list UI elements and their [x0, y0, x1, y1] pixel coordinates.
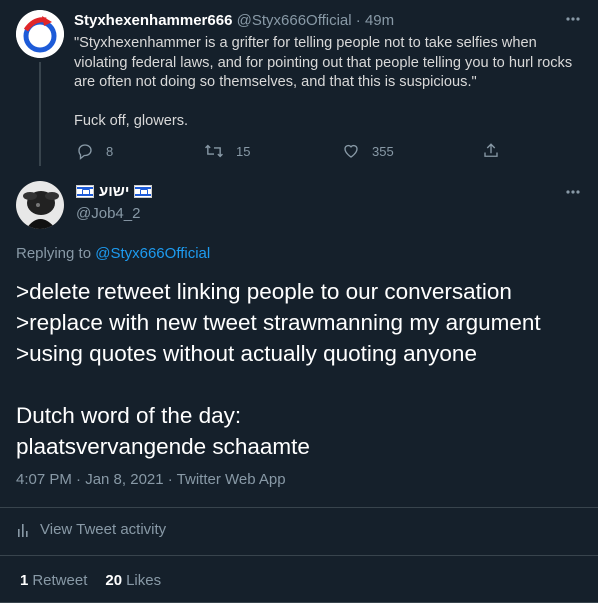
like-count: 355	[372, 143, 394, 159]
likes-stat[interactable]: 20 Likes	[105, 572, 161, 589]
retweet-count: 15	[236, 143, 251, 159]
reply-button[interactable]: 8	[76, 142, 113, 160]
like-button[interactable]: 355	[342, 142, 394, 160]
retweet-button[interactable]: 15	[204, 142, 250, 160]
parent-tweet-text: "Styxhexenhammer is a grifter for tellin…	[74, 35, 573, 129]
main-author-name[interactable]: ישוע	[76, 183, 153, 200]
activity-label: View Tweet activity	[40, 521, 167, 538]
parent-age[interactable]: · 49m	[356, 12, 394, 29]
share-button[interactable]	[482, 142, 500, 160]
parent-avatar[interactable]	[16, 10, 64, 58]
replying-to-label: Replying to	[16, 245, 92, 262]
main-more-button[interactable]	[564, 183, 582, 201]
israel-flag-icon	[76, 185, 94, 198]
replying-to: Replying to @Styx666Official	[16, 245, 210, 262]
more-icon	[566, 190, 580, 194]
parent-action-bar: 8 15 355	[74, 142, 504, 162]
engagement-counts: 1 Retweet 20 Likes	[20, 572, 161, 589]
main-tweet-text: >delete retweet linking people to our co…	[16, 279, 541, 459]
retweets-label: Retweet	[32, 572, 88, 589]
parent-author-handle[interactable]: @Styx666Official	[237, 12, 352, 29]
more-icon	[566, 17, 580, 21]
parent-more-button[interactable]	[564, 10, 582, 28]
divider	[0, 507, 598, 508]
thread-line	[39, 62, 41, 166]
main-avatar[interactable]	[16, 181, 64, 229]
israel-flag-icon	[134, 185, 153, 198]
logo-icon	[16, 10, 64, 58]
heart-icon	[344, 144, 358, 158]
avatar-image	[16, 181, 64, 229]
parent-header: Styxhexenhammer666 @Styx666Official · 49…	[74, 12, 394, 29]
likes-count: 20	[105, 572, 123, 589]
parent-tweet[interactable]: Styxhexenhammer666 @Styx666Official · 49…	[0, 0, 598, 172]
retweets-count: 1	[20, 572, 29, 589]
parent-author-name[interactable]: Styxhexenhammer666	[74, 12, 232, 29]
view-tweet-activity[interactable]: View Tweet activity	[16, 521, 166, 538]
main-author-handle[interactable]: @Job4_2	[76, 205, 140, 222]
reply-count: 8	[106, 143, 114, 159]
main-author-name-text: ישוע	[99, 183, 130, 200]
retweets-stat[interactable]: 1 Retweet	[20, 572, 87, 589]
analytics-icon	[18, 523, 28, 537]
replying-to-link[interactable]: @Styx666Official	[95, 245, 210, 262]
tweet-timestamp[interactable]: 4:07 PM · Jan 8, 2021 · Twitter Web App	[16, 471, 286, 488]
retweet-icon	[205, 144, 223, 158]
divider	[0, 555, 598, 556]
likes-label: Likes	[126, 572, 162, 589]
share-icon	[484, 143, 498, 157]
reply-icon	[78, 144, 92, 160]
